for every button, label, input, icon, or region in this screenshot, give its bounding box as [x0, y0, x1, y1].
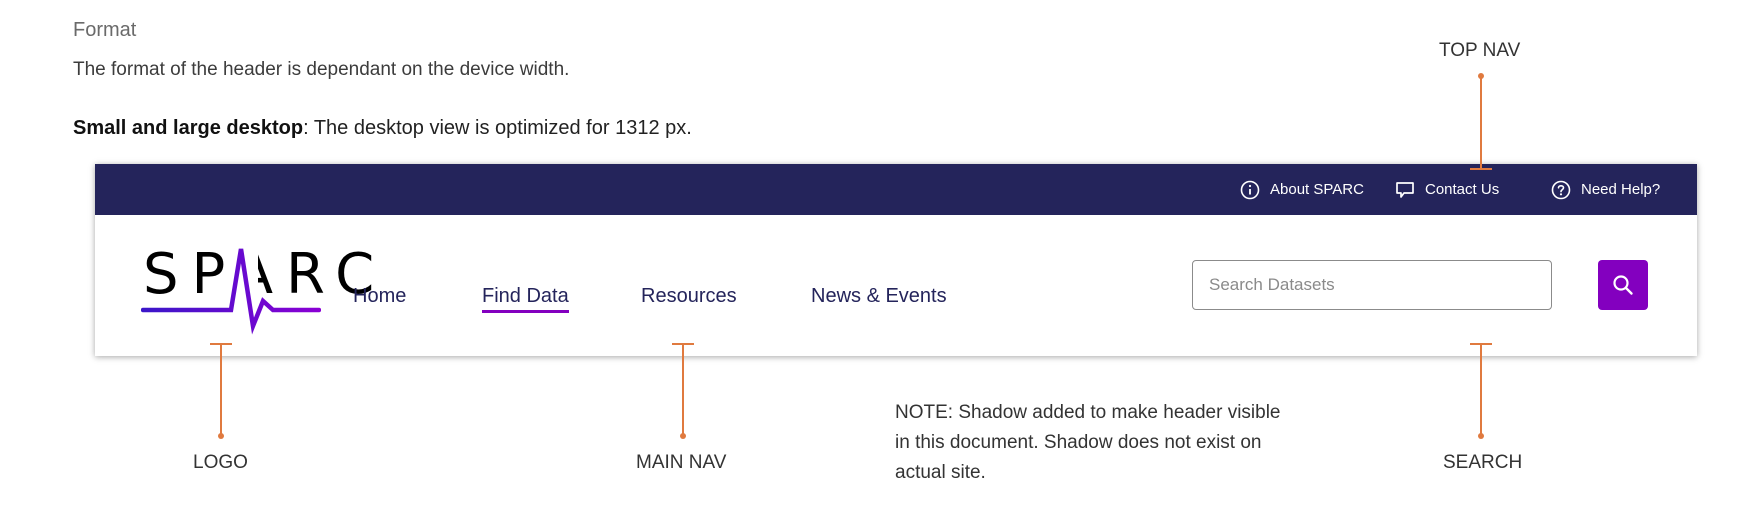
search-button[interactable] [1598, 260, 1648, 310]
search-icon [1613, 275, 1633, 295]
callout-label-logo: LOGO [193, 452, 248, 473]
callout-label-top-nav: TOP NAV [1439, 40, 1521, 61]
main-nav-find-data[interactable]: Find Data [482, 283, 569, 313]
top-nav-label: About SPARC [1270, 181, 1364, 198]
question-circle-icon [1551, 180, 1571, 199]
top-nav-label: Need Help? [1581, 181, 1661, 198]
section-description: The format of the header is dependant on… [73, 59, 570, 80]
callout-line [1480, 76, 1482, 170]
section-heading: Format [73, 19, 137, 41]
sparc-logo[interactable]: SPARC [141, 247, 374, 337]
main-nav-news-events[interactable]: News & Events [811, 283, 947, 309]
desktop-spec: Small and large desktop: The desktop vie… [73, 117, 692, 140]
main-nav-resources[interactable]: Resources [641, 283, 737, 309]
callout-dot [218, 433, 224, 439]
callout-line [220, 343, 222, 435]
callout-dot [680, 433, 686, 439]
callout-line [1480, 343, 1482, 435]
callout-tick [1470, 168, 1492, 170]
top-nav-contact-us[interactable]: Contact Us [1395, 164, 1499, 215]
callout-dot [1478, 433, 1484, 439]
chat-bubble-icon [1396, 181, 1414, 198]
top-nav-need-help[interactable]: Need Help? [1551, 164, 1660, 215]
main-header-bar: SPARC Home Find Data Resources News & Ev… [95, 215, 1697, 356]
top-nav-label: Contact Us [1425, 181, 1500, 198]
info-circle-icon [1240, 180, 1260, 199]
main-nav-home[interactable]: Home [353, 283, 406, 309]
callout-label-main-nav: MAIN NAV [636, 452, 727, 473]
callout-label-search: SEARCH [1443, 452, 1523, 473]
callout-line [682, 343, 684, 435]
desktop-spec-title: Small and large desktop [73, 117, 304, 139]
search-input[interactable] [1192, 260, 1552, 310]
desktop-spec-text: : The desktop view is optimized for 1312… [303, 117, 692, 139]
logo-pulse-line [141, 247, 321, 335]
header-mockup: About SPARC Contact Us Need Help? SPARC [95, 164, 1697, 356]
shadow-note: NOTE: Shadow added to make header visibl… [895, 402, 1281, 483]
top-nav-bar: About SPARC Contact Us Need Help? [95, 164, 1697, 215]
top-nav-about-sparc[interactable]: About SPARC [1240, 164, 1364, 215]
